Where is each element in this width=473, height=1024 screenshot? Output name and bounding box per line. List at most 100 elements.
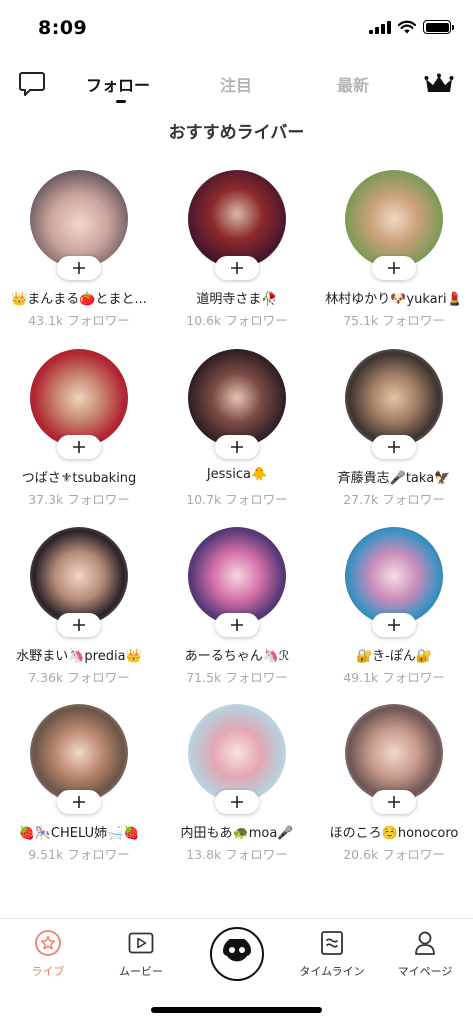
liver-name: 🍓🎠CHELU姉🛁🍓: [18, 826, 140, 841]
plus-icon: [73, 441, 85, 453]
plus-icon: [231, 441, 243, 453]
plus-icon: [388, 796, 400, 808]
liver-card[interactable]: 内田もあ🐢moa🎤 13.8k フォロワー: [158, 704, 316, 882]
status-bar: 8:09: [0, 0, 473, 58]
liver-card[interactable]: 道明寺さま🥀 10.6k フォロワー: [158, 170, 316, 348]
plus-icon: [231, 796, 243, 808]
liver-name: あーるちゃん🦄ℛ: [184, 649, 290, 664]
follower-count: 37.3k フォロワー: [28, 492, 130, 507]
avatar[interactable]: [188, 527, 286, 625]
plus-icon: [388, 262, 400, 274]
follow-button[interactable]: [372, 435, 416, 459]
follow-button[interactable]: [57, 613, 101, 637]
timeline-icon: [321, 931, 343, 955]
follower-count: 13.8k フォロワー: [186, 847, 288, 862]
avatar[interactable]: [345, 527, 443, 625]
section-title: おすすめライバー: [168, 123, 305, 143]
liver-card[interactable]: Jessica🐥 10.7k フォロワー: [158, 349, 316, 527]
avatar[interactable]: [345, 170, 443, 268]
follower-count: 7.36k フォロワー: [28, 670, 130, 685]
avatar[interactable]: [188, 349, 286, 447]
liver-card[interactable]: あーるちゃん🦄ℛ 71.5k フォロワー: [158, 527, 316, 705]
liver-name: 道明寺さま🥀: [196, 292, 278, 307]
liver-name: Jessica🐥: [206, 467, 268, 482]
follower-count: 10.7k フォロワー: [186, 492, 288, 507]
nav-movie[interactable]: ムービー: [96, 929, 186, 979]
plus-icon: [388, 619, 400, 631]
follow-button[interactable]: [57, 256, 101, 280]
liver-card[interactable]: つばさ⚜tsubaking 37.3k フォロワー: [0, 349, 158, 527]
follow-button[interactable]: [57, 790, 101, 814]
avatar[interactable]: [345, 704, 443, 802]
liver-card[interactable]: 🍓🎠CHELU姉🛁🍓 9.51k フォロワー: [0, 704, 158, 882]
follow-button[interactable]: [372, 790, 416, 814]
follow-button[interactable]: [57, 435, 101, 459]
avatar[interactable]: [188, 170, 286, 268]
nav-mypage-label: マイページ: [397, 965, 453, 978]
avatar[interactable]: [30, 170, 128, 268]
signal-icon: [369, 20, 391, 34]
plus-icon: [231, 619, 243, 631]
follower-count: 20.6k フォロワー: [343, 847, 445, 862]
liver-card[interactable]: 林村ゆかり🐶yukari💄 75.1k フォロワー: [315, 170, 473, 348]
follower-count: 10.6k フォロワー: [186, 313, 288, 328]
nav-movie-label: ムービー: [119, 965, 163, 978]
liver-name: 👑まんまる🍅とまと...: [11, 292, 147, 307]
plus-icon: [231, 262, 243, 274]
plus-icon: [73, 262, 85, 274]
liver-card[interactable]: 👑まんまる🍅とまと... 43.1k フォロワー: [0, 170, 158, 348]
follow-button[interactable]: [215, 256, 259, 280]
plus-icon: [73, 619, 85, 631]
crown-icon[interactable]: [424, 73, 454, 95]
broadcast-face-icon: [222, 939, 252, 962]
follower-count: 9.51k フォロワー: [28, 847, 130, 862]
liver-card[interactable]: ほのころ☺️honocoro 20.6k フォロワー: [315, 704, 473, 882]
nav-live[interactable]: ライブ: [3, 929, 93, 979]
tab-latest[interactable]: 最新: [337, 72, 369, 96]
follower-count: 27.7k フォロワー: [343, 492, 445, 507]
follow-button[interactable]: [372, 256, 416, 280]
star-icon: [35, 930, 61, 956]
liver-card[interactable]: 水野まい🦄predia👑 7.36k フォロワー: [0, 527, 158, 705]
status-time: 8:09: [38, 17, 88, 39]
follow-button[interactable]: [215, 790, 259, 814]
tab-follow[interactable]: フォロー: [86, 72, 151, 103]
play-icon: [128, 932, 154, 954]
tab-follow-label: フォロー: [86, 76, 151, 95]
liver-name: 内田もあ🐢moa🎤: [180, 826, 294, 841]
home-indicator: [151, 1007, 322, 1013]
follow-button[interactable]: [215, 613, 259, 637]
follower-count: 43.1k フォロワー: [28, 313, 130, 328]
nav-mypage[interactable]: マイページ: [380, 929, 470, 979]
liver-name: つばさ⚜tsubaking: [21, 471, 137, 486]
header: フォロー 注目 最新: [0, 62, 473, 108]
avatar[interactable]: [188, 704, 286, 802]
avatar[interactable]: [30, 704, 128, 802]
liver-name: 斉藤貴志🎤taka🦅: [337, 471, 451, 486]
follower-count: 49.1k フォロワー: [343, 670, 445, 685]
avatar[interactable]: [345, 349, 443, 447]
status-icons: [369, 20, 454, 34]
follower-count: 71.5k フォロワー: [186, 670, 288, 685]
liver-name: ほのころ☺️honocoro: [329, 826, 459, 841]
nav-timeline-label: タイムライン: [299, 965, 365, 978]
follower-count: 75.1k フォロワー: [343, 313, 445, 328]
liver-card[interactable]: 🔐き-ぽん🔐 49.1k フォロワー: [315, 527, 473, 705]
liver-card[interactable]: 斉藤貴志🎤taka🦅 27.7k フォロワー: [315, 349, 473, 527]
nav-timeline[interactable]: タイムライン: [287, 929, 377, 979]
liver-name: 林村ゆかり🐶yukari💄: [325, 292, 463, 307]
avatar[interactable]: [30, 349, 128, 447]
follow-button[interactable]: [215, 435, 259, 459]
broadcast-button[interactable]: [210, 927, 264, 981]
avatar[interactable]: [30, 527, 128, 625]
chat-icon[interactable]: [17, 68, 47, 98]
tab-attention[interactable]: 注目: [220, 72, 252, 96]
wifi-icon: [398, 20, 416, 34]
plus-icon: [388, 441, 400, 453]
liver-name: 🔐き-ぽん🔐: [355, 649, 433, 664]
tab-active-indicator: [116, 100, 126, 103]
plus-icon: [73, 796, 85, 808]
nav-live-label: ライブ: [31, 965, 65, 978]
liver-name: 水野まい🦄predia👑: [16, 649, 142, 664]
follow-button[interactable]: [372, 613, 416, 637]
